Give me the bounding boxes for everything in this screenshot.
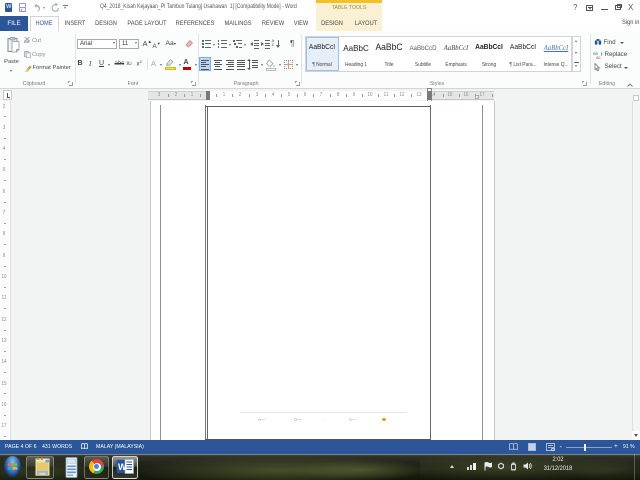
svg-text:W: W bbox=[118, 462, 127, 472]
svg-text:ac: ac bbox=[596, 55, 602, 59]
